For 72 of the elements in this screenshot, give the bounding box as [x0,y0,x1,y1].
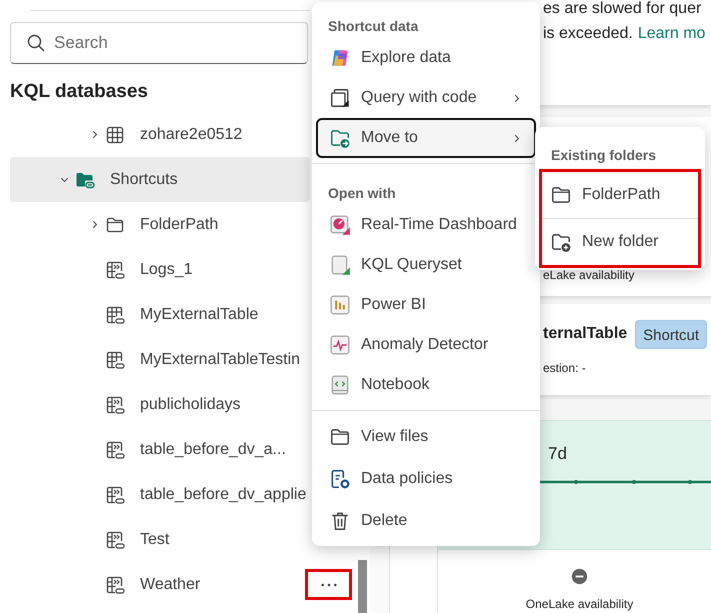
folder-icon [550,184,572,206]
scrollbar-thumb[interactable] [358,560,367,613]
grid-link-icon [105,350,125,370]
document-gear-icon [329,468,351,490]
grid-stream-icon [105,260,125,280]
tree-item[interactable]: table_before_dv_a... [10,427,310,472]
gauge-tile-icon [329,214,351,236]
item-label: MyExternalTable [140,304,258,324]
grid-link-icon [105,304,125,324]
menu-item[interactable]: Query with code [316,78,536,118]
menu-item[interactable]: KQL Queryset [316,245,536,285]
menu-item[interactable]: Notebook [316,365,536,405]
pulse-tile-icon [329,334,351,356]
tree-item[interactable]: publicholidays [10,382,310,427]
grid-stream-icon [105,530,125,550]
document-tile-icon [329,254,351,276]
tree-item[interactable]: MyExternalTableTestin [10,337,310,382]
section-title: KQL databases [10,80,148,104]
bar-tile-icon [329,294,351,316]
timespan-label: 7d [548,443,568,465]
folder-plus-icon [550,231,572,253]
tree-item[interactable]: Test [10,517,310,562]
notice-text: is exceeded. [543,24,633,44]
item-label: MyExternalTableTestin [140,350,300,370]
minus-circle-icon [571,568,588,585]
menu-item[interactable]: Delete [316,500,536,542]
item-label: table_before_dv_a... [140,440,286,460]
grid-stream-icon [105,484,125,504]
window-cursor-icon [329,87,351,109]
item-label: Logs_1 [140,260,192,280]
ingestion-text: estion: - [543,360,587,377]
grid-stream-icon [105,394,125,414]
menu-heading: Existing folders [550,146,658,165]
learn-more-link[interactable]: Learn mo [638,21,706,46]
grid-icon [105,124,125,144]
menu-item[interactable]: New folder [542,219,698,265]
item-label: table_before_dv_applie [140,484,306,504]
notice-text: es are slowed for quer [543,0,702,19]
item-label: Test [140,530,170,550]
availability-label: eLake availability [543,266,636,284]
table-title: ternalTable [543,324,628,344]
menu-heading: Shortcut data [327,17,420,36]
menu-item[interactable]: View files [316,416,536,458]
item-label: publicholidays [140,394,241,414]
menu-item[interactable]: Explore data [316,38,536,78]
item-label: zohare2e0512 [140,124,242,144]
menu-item[interactable]: Anomaly Detector [316,325,536,365]
search-icon [26,33,46,53]
menu-item[interactable]: Power BI [316,285,536,325]
menu-item[interactable]: FolderPath [542,172,698,218]
tree-item[interactable]: FolderPath [10,202,310,247]
item-label: Shortcuts [110,170,178,190]
tree-item[interactable]: Logs_1 [10,247,310,292]
search-field[interactable]: Search [10,22,308,64]
item-label: FolderPath [140,214,218,234]
tree-item[interactable]: Weather [10,562,310,607]
tree-item[interactable]: MyExternalTable [10,292,310,337]
folder-arrow-icon [329,127,351,149]
menu-heading: Open with [327,184,397,203]
menu-item[interactable]: Data policies [316,458,536,500]
tree-item[interactable]: zohare2e0512 [10,112,310,157]
shortcut-badge: Shortcut [635,320,708,349]
tree-item[interactable]: Shortcuts [10,157,310,202]
item-label: Weather [140,574,200,594]
menu-item[interactable]: Move to [316,118,536,158]
more-icon [320,582,338,588]
code-tile-icon [329,374,351,396]
grid-stream-icon [105,440,125,460]
folder-icon [329,426,351,448]
availability-label: OneLake availability [526,596,634,613]
grid-stream-icon [105,574,125,594]
tree-item[interactable]: table_before_dv_applie [10,472,310,517]
